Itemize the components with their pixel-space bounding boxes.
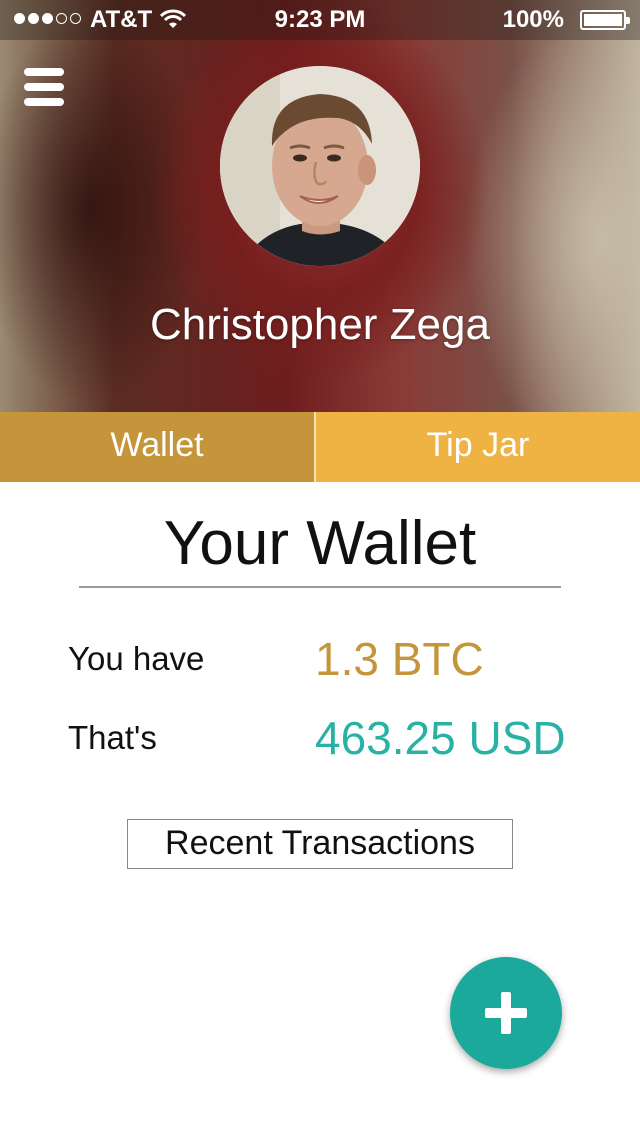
tab-tip-jar[interactable]: Tip Jar [316, 412, 640, 482]
title-divider [79, 586, 561, 588]
tab-bar: Wallet Tip Jar [0, 412, 640, 482]
battery-percentage: 100% [502, 6, 564, 33]
usd-label: That's [68, 719, 157, 756]
profile-name: Christopher Zega [150, 300, 490, 349]
recent-transactions-button[interactable]: Recent Transactions [127, 819, 513, 869]
avatar-photo [220, 66, 420, 266]
btc-label: You have [68, 640, 205, 677]
hamburger-icon[interactable] [24, 68, 66, 110]
avatar[interactable] [220, 66, 420, 266]
usd-balance: 463.25 USD [315, 712, 566, 764]
battery-icon [580, 10, 630, 30]
btc-balance: 1.3 BTC [315, 633, 484, 685]
add-button[interactable] [450, 957, 562, 1069]
page-title: Your Wallet [163, 509, 477, 578]
status-bar: AT&T 9:23 PM 100% [0, 0, 640, 40]
profile-header: AT&T 9:23 PM 100% Christopher Zega [0, 0, 640, 412]
tab-wallet[interactable]: Wallet [0, 412, 314, 482]
